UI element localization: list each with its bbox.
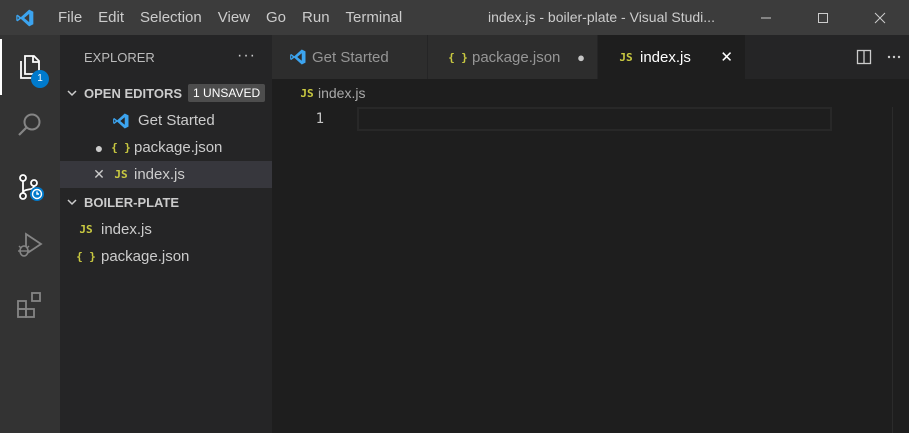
close-editor-icon[interactable]: ✕ [88,166,110,183]
extensions-icon [17,292,41,318]
breadcrumb[interactable]: JS index.js [272,79,365,107]
menu-terminal[interactable]: Terminal [338,0,411,35]
menu-selection[interactable]: Selection [132,0,210,35]
chevron-down-icon [60,87,84,99]
split-editor-icon[interactable] [849,35,879,79]
minimize-icon [761,17,771,18]
editor-actions [849,35,909,79]
json-icon: { } [76,250,96,263]
vscode-icon [284,48,312,66]
minimap[interactable] [892,107,893,433]
extensions-view-button[interactable] [0,277,60,333]
search-view-button[interactable] [0,97,60,153]
open-editor-label: package.json [134,139,223,156]
tab-get-started[interactable]: Get Started [272,35,428,79]
js-icon: JS [79,223,93,236]
json-icon: { } [111,141,131,154]
open-editor-item[interactable]: ● { } package.json [60,134,272,161]
close-icon [874,12,886,23]
more-actions-icon[interactable] [879,35,909,79]
open-editor-label: Get Started [138,112,215,129]
open-editor-item[interactable]: ✕ JS index.js [60,161,272,188]
js-icon: JS [300,86,314,100]
explorer-title: EXPLORER [84,49,155,65]
explorer-badge: 1 [31,70,49,88]
run-debug-view-button[interactable] [0,217,60,273]
tab-label: package.json [472,48,561,66]
minimize-button[interactable] [743,0,789,35]
project-section[interactable]: BOILER-PLATE [60,188,272,216]
js-icon: JS [619,50,633,64]
project-label: BOILER-PLATE [84,194,180,210]
tab-index-js[interactable]: JS index.js ✕ [598,35,746,79]
open-editor-item[interactable]: Get Started [60,107,272,134]
activity-bar: 1 [0,35,60,433]
vscode-icon [110,112,132,130]
tab-label: index.js [640,48,691,66]
open-editors-label: OPEN EDITORS [84,85,183,101]
menu-go[interactable]: Go [258,0,294,35]
line-number: 1 [315,111,324,127]
unsaved-dot-icon[interactable]: ● [88,140,110,156]
explorer-sidebar: EXPLORER ··· OPEN EDITORS 1 UNSAVED Get … [60,35,272,433]
file-tree-item[interactable]: JS index.js [60,216,272,243]
run-debug-icon [18,232,43,257]
editor-tab-bar: Get Started { } package.json ● JS index.… [272,35,909,79]
menu-edit[interactable]: Edit [90,0,132,35]
file-tree-item[interactable]: { } package.json [60,243,272,270]
file-label: package.json [101,248,190,265]
chevron-down-icon [60,196,84,208]
unsaved-badge: 1 UNSAVED [188,84,266,102]
current-line-highlight[interactable] [357,107,832,131]
more-actions-icon[interactable]: ··· [237,47,256,65]
close-window-button[interactable] [857,0,903,35]
source-control-icon [19,174,44,201]
tab-label: Get Started [312,48,389,66]
menu-file[interactable]: File [50,0,90,35]
file-label: index.js [101,221,152,238]
menu-bar: File Edit Selection View Go Run Terminal [50,0,410,35]
unsaved-dot-icon[interactable]: ● [577,50,585,65]
json-icon: { } [448,50,468,64]
code-editor[interactable]: 1 [272,107,909,433]
window-title: index.js - boiler-plate - Visual Studi..… [488,9,715,25]
js-icon: JS [114,168,128,181]
open-editor-label: index.js [134,166,185,183]
menu-run[interactable]: Run [294,0,338,35]
tab-package-json[interactable]: { } package.json ● [428,35,598,79]
explorer-view-button[interactable]: 1 [0,39,60,95]
explorer-header: EXPLORER ··· [60,35,272,79]
vscode-logo-icon [0,0,50,35]
breadcrumb-file[interactable]: index.js [318,85,365,101]
search-icon [18,113,41,136]
active-indicator [0,39,2,95]
maximize-icon [818,12,828,23]
close-tab-icon[interactable]: ✕ [720,48,733,66]
menu-view[interactable]: View [210,0,258,35]
open-editors-section[interactable]: OPEN EDITORS 1 UNSAVED [60,79,272,107]
maximize-button[interactable] [800,0,846,35]
title-bar: File Edit Selection View Go Run Terminal… [0,0,909,35]
source-control-view-button[interactable] [0,159,60,215]
